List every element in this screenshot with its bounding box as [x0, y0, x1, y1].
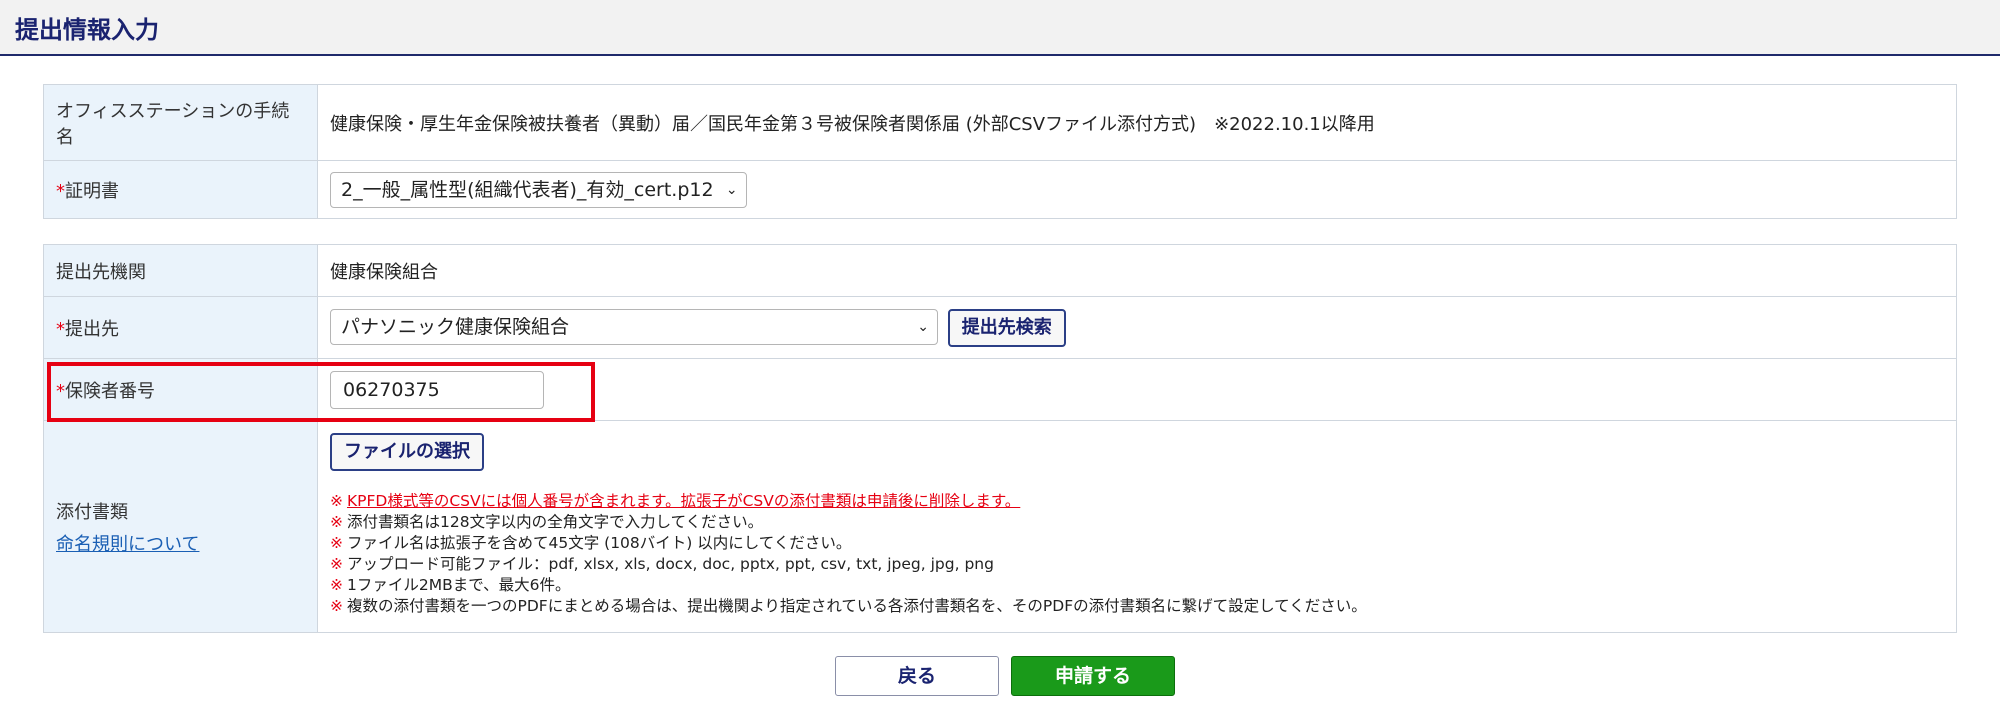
page-title: 提出情報入力 — [15, 16, 159, 44]
back-button[interactable]: 戻る — [835, 656, 999, 696]
apply-button[interactable]: 申請する — [1011, 656, 1175, 696]
file-select-button[interactable]: ファイルの選択 — [330, 433, 484, 471]
required-mark: * — [56, 380, 65, 402]
submission-table: 提出先機関 健康保険組合 *提出先 パナソニック健康保険組合 ⌄ 提出先検索 *… — [43, 244, 1957, 633]
certificate-row: *証明書 2_一般_属性型(組織代表者)_有効_cert.p12 ⌄ — [43, 160, 1957, 219]
note-item: ※ 添付書類名は128文字以内の全角文字で入力してください。 — [330, 513, 764, 531]
destination-search-button[interactable]: 提出先検索 — [947, 308, 1066, 347]
destination-selected-value: パナソニック健康保険組合 — [341, 315, 570, 338]
office-procedure-value: 健康保険・厚生年金保険被扶養者（異動）届／国民年金第３号被保険者関係届 (外部C… — [317, 84, 1957, 161]
destination-row: *提出先 パナソニック健康保険組合 ⌄ 提出先検索 — [43, 296, 1957, 359]
chevron-down-icon: ⌄ — [917, 318, 929, 335]
certificate-selected-value: 2_一般_属性型(組織代表者)_有効_cert.p12 — [341, 178, 714, 201]
attachments-label: 添付書類 — [56, 501, 128, 523]
organization-label: 提出先機関 — [43, 244, 318, 297]
destination-label: 提出先 — [65, 318, 119, 340]
note-item: ※ アップロード可能ファイル：pdf, xlsx, xls, docx, doc,… — [330, 555, 994, 573]
note-item: ※ KPFD様式等のCSVには個人番号が含まれます。拡張子がCSVの添付書類は申請… — [330, 492, 1021, 510]
organization-row: 提出先機関 健康保険組合 — [43, 244, 1957, 297]
insurer-number-label: 保険者番号 — [65, 380, 155, 402]
certificate-select[interactable]: 2_一般_属性型(組織代表者)_有効_cert.p12 ⌄ — [330, 171, 747, 208]
naming-rules-link[interactable]: 命名規則について — [56, 530, 305, 556]
office-procedure-row: オフィスステーションの手続名 健康保険・厚生年金保険被扶養者（異動）届／国民年金… — [43, 84, 1957, 161]
procedure-table: オフィスステーションの手続名 健康保険・厚生年金保険被扶養者（異動）届／国民年金… — [43, 84, 1957, 219]
organization-value: 健康保険組合 — [317, 244, 1957, 297]
attachment-notes: ※ KPFD様式等のCSVには個人番号が含まれます。拡張子がCSVの添付書類は申請… — [330, 491, 1944, 617]
insurer-number-input[interactable]: 06270375 — [330, 370, 544, 409]
page-header: 提出情報入力 — [0, 0, 2000, 56]
required-mark: * — [56, 318, 65, 340]
certificate-label: 証明書 — [65, 180, 119, 202]
destination-select[interactable]: パナソニック健康保険組合 ⌄ — [330, 308, 938, 345]
required-mark: * — [56, 180, 65, 202]
office-procedure-label: オフィスステーションの手続名 — [43, 84, 318, 161]
attachments-row: 添付書類 命名規則について ファイルの選択 ※ KPFD様式等のCSVには個人番号… — [43, 420, 1957, 633]
note-item: ※ 複数の添付書類を一つのPDFにまとめる場合は、提出機関より指定されている各添付… — [330, 597, 1367, 615]
note-item: ※ ファイル名は拡張子を含めて45文字 (108バイト) 以内にしてください。 — [330, 534, 852, 552]
note-item: ※ 1ファイル2MBまで、最大6件。 — [330, 576, 571, 594]
chevron-down-icon: ⌄ — [725, 181, 738, 198]
insurer-number-row: *保険者番号 06270375 — [43, 358, 1957, 421]
